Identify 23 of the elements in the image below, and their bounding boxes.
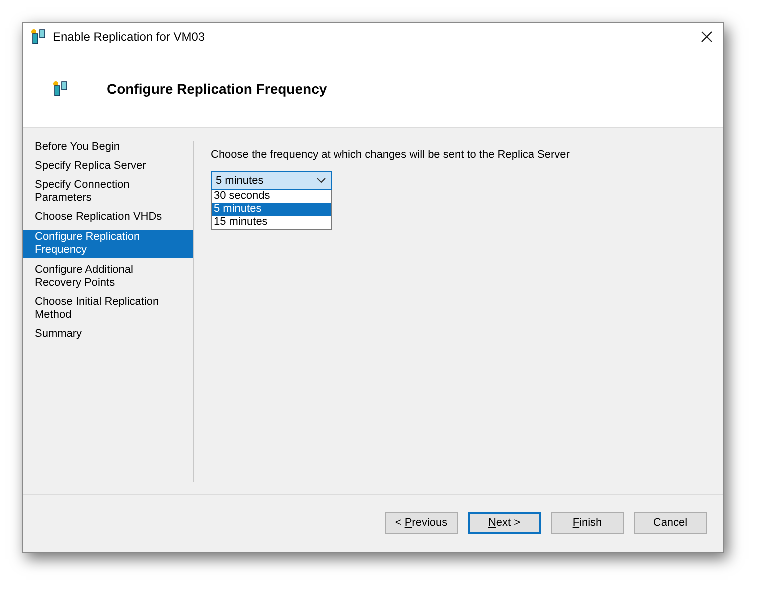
wizard-step[interactable]: Configure Additional Recovery Points	[23, 264, 193, 290]
server-icon	[53, 81, 69, 97]
close-icon[interactable]	[701, 31, 713, 43]
chevron-icon	[317, 178, 326, 184]
wizard-step[interactable]: Specify Connection Parameters	[23, 179, 193, 205]
wizard-step[interactable]: Configure Replication Frequency	[23, 230, 193, 258]
wizard-step[interactable]: Choose Initial Replication Method	[23, 296, 193, 322]
wizard-step[interactable]: Specify Replica Server	[23, 160, 193, 173]
server-icon	[31, 29, 47, 45]
window-title: Enable Replication for VM03	[53, 30, 206, 44]
wizard-button[interactable]: < Previous	[385, 512, 458, 534]
dropdown-option[interactable]: 5 minutes	[212, 203, 331, 216]
wizard-button[interactable]: Next >	[468, 512, 541, 534]
page-title: Configure Replication Frequency	[107, 81, 328, 97]
wizard-step[interactable]: Summary	[23, 328, 193, 341]
wizard-button[interactable]: Cancel	[634, 512, 707, 534]
dropdown-option[interactable]: 30 seconds	[212, 190, 331, 203]
instruction-text: Choose the frequency at which changes will be sent to the Replica Server	[211, 149, 571, 161]
wizard-step[interactable]: Before You Begin	[23, 141, 193, 154]
dropdown-option[interactable]: 15 minutes	[212, 216, 331, 229]
frequency-dropdown[interactable]: 5 minutes	[211, 171, 332, 190]
wizard-step[interactable]: Choose Replication VHDs	[23, 211, 193, 224]
wizard-button[interactable]: Finish	[551, 512, 624, 534]
